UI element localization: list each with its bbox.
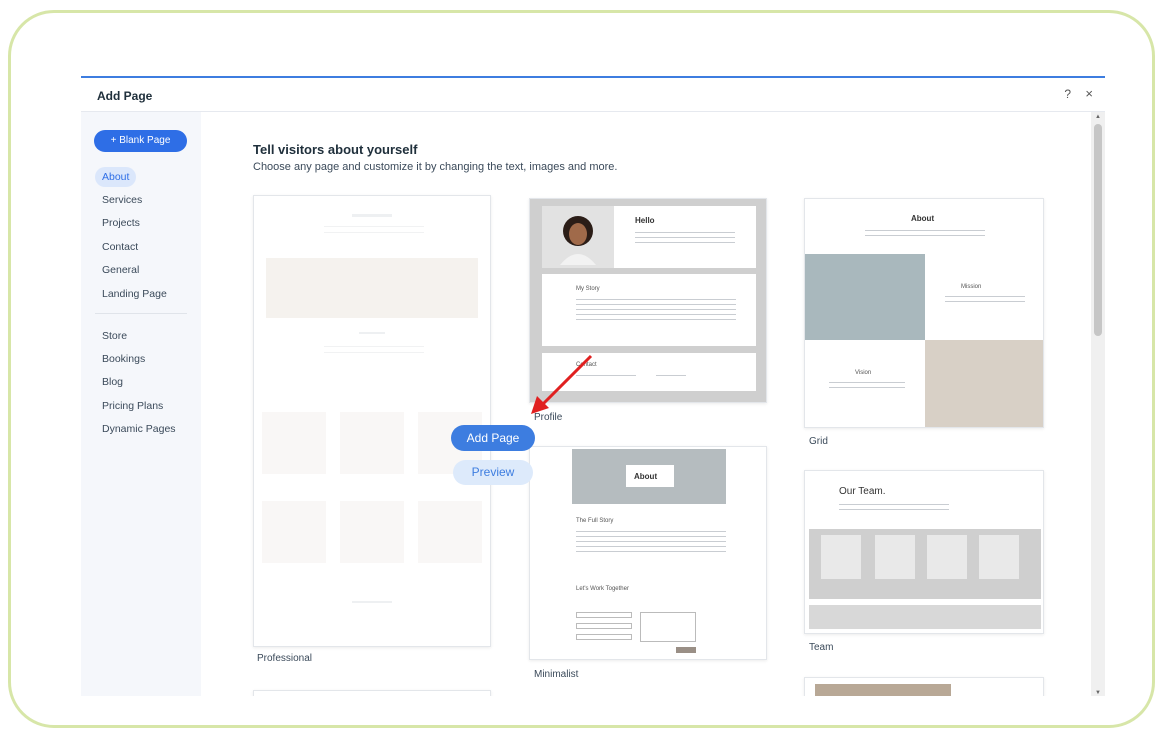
team-title: Our Team.	[839, 486, 886, 497]
add-page-button[interactable]: Add Page	[451, 425, 535, 451]
grid-section-vision: Vision	[855, 370, 872, 376]
template-card-grid[interactable]: About Mission Vision	[804, 198, 1044, 428]
sidebar-item-blog[interactable]: Blog	[95, 372, 130, 392]
sidebar-item-contact[interactable]: Contact	[95, 237, 145, 257]
grid-title: About	[911, 214, 935, 223]
sidebar-item-general[interactable]: General	[95, 260, 146, 280]
profile-section-story: My Story	[576, 286, 600, 292]
dialog-header: Add Page ? ×	[81, 78, 1105, 112]
minimalist-section-story: The Full Story	[576, 518, 614, 524]
template-card-partial-left[interactable]	[253, 690, 491, 696]
template-label-professional: Professional	[257, 653, 313, 664]
add-page-dialog: Add Page ? × + Blank Page About Services…	[81, 76, 1105, 696]
page-heading: Tell visitors about yourself	[253, 142, 418, 157]
template-label-grid: Grid	[809, 436, 828, 447]
sidebar-item-about[interactable]: About	[95, 167, 137, 187]
profile-avatar	[560, 216, 596, 265]
template-card-partial-right[interactable]	[804, 677, 1044, 696]
preview-button[interactable]: Preview	[453, 460, 533, 485]
minimalist-title: About	[634, 472, 658, 481]
scrollbar[interactable]: ▲ ▼	[1091, 112, 1105, 696]
scroll-down-icon[interactable]: ▼	[1095, 690, 1101, 696]
sidebar-divider	[95, 313, 187, 314]
sidebar-item-projects[interactable]: Projects	[95, 213, 147, 233]
template-label-minimalist: Minimalist	[534, 669, 579, 680]
annotation-arrow-icon	[531, 354, 593, 414]
grid-section-mission: Mission	[961, 284, 982, 290]
blank-page-button[interactable]: + Blank Page	[94, 130, 187, 152]
template-card-professional[interactable]	[253, 195, 491, 647]
close-icon[interactable]: ×	[1085, 86, 1093, 101]
template-card-team[interactable]: Our Team.	[804, 470, 1044, 634]
minimalist-section-contact: Let's Work Together	[576, 586, 629, 592]
sidebar-item-bookings[interactable]: Bookings	[95, 349, 152, 369]
template-card-minimalist[interactable]: About The Full Story Let's Work Together	[529, 446, 767, 660]
scroll-up-icon[interactable]: ▲	[1095, 114, 1101, 120]
main-content: Tell visitors about yourself Choose any …	[201, 112, 1091, 696]
sidebar-item-landing-page[interactable]: Landing Page	[95, 284, 174, 304]
sidebar-item-dynamic-pages[interactable]: Dynamic Pages	[95, 419, 183, 439]
sidebar-item-store[interactable]: Store	[95, 326, 134, 346]
dialog-title: Add Page	[97, 89, 153, 103]
scroll-thumb[interactable]	[1094, 124, 1102, 336]
sidebar: + Blank Page About Services Projects Con…	[81, 112, 201, 696]
sidebar-item-services[interactable]: Services	[95, 190, 149, 210]
sidebar-item-pricing-plans[interactable]: Pricing Plans	[95, 396, 170, 416]
help-icon[interactable]: ?	[1064, 87, 1071, 101]
template-label-team: Team	[809, 642, 834, 653]
page-subheading: Choose any page and customize it by chan…	[253, 161, 618, 173]
profile-title: Hello	[635, 216, 655, 225]
